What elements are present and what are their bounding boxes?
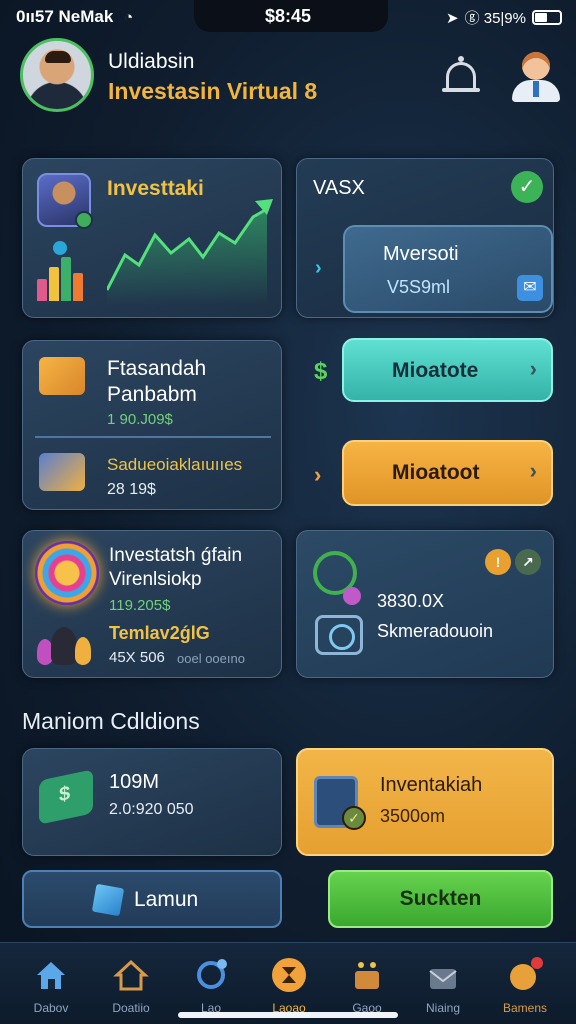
lamun-button[interactable]: Lamun (22, 870, 282, 928)
check-icon: ✓ (511, 171, 543, 203)
settings-icon (197, 959, 227, 989)
vasx-panel: VASX ✓ › Mversoti V5S9ml ✉ (296, 158, 554, 318)
battery-icon (532, 10, 562, 25)
home-icon (37, 962, 65, 989)
money-value: 2.0:920 050 (109, 801, 194, 818)
coin-badge-icon: ! (485, 549, 511, 575)
suckten-button[interactable]: Suckten (328, 870, 553, 928)
chevron-right-icon: › (314, 462, 322, 487)
camera-icon (315, 615, 363, 655)
money-card[interactable]: 109M 2.0:920 050 (22, 748, 282, 856)
investment-title-2: Virenlsiokp (109, 569, 202, 590)
money-title: 109M (109, 771, 160, 793)
tab-home[interactable]: Dabov (10, 955, 92, 1021)
inventory-card[interactable]: ✓ Inventakiah 3500om (296, 748, 554, 856)
coin-icon (53, 241, 67, 255)
investment-value: 119.205$ (109, 597, 171, 614)
section-title: Maniom Cdldions (22, 708, 200, 734)
investment-chart-card[interactable]: Investtaki (22, 158, 282, 318)
location-icon: ➤ (445, 9, 459, 27)
finance-title-1: Ftasandah (107, 357, 207, 380)
finance-value-2: 28 19$ (107, 481, 156, 498)
tab-house[interactable]: Doatiio (90, 955, 172, 1021)
mversoti-value: V5S9ml (387, 277, 451, 297)
mail-icon: ✉ (517, 275, 543, 301)
chevron-right-icon: › (529, 356, 537, 381)
shop-icon (355, 962, 379, 989)
mailbox-icon (429, 969, 457, 989)
avatar[interactable] (20, 38, 94, 112)
chevron-right-icon: › (529, 458, 537, 483)
inventory-value: 3500om (380, 806, 446, 826)
cash-box-icon (39, 453, 85, 491)
games-icon (510, 957, 543, 990)
inventory-title: Inventakiah (380, 774, 483, 796)
suckten-label: Suckten (399, 887, 482, 910)
home-indicator[interactable] (178, 1012, 398, 1018)
finance-value-1: 1 90.J09$ (107, 411, 173, 428)
tab-games[interactable]: Bamens (484, 955, 566, 1021)
dot-icon (343, 587, 361, 605)
header: Uldiabsin Investasin Virtual 8 (0, 36, 576, 116)
investment-value-3: ooel ooeıno (177, 651, 245, 666)
finance-card[interactable]: Ftasandah Panbabm 1 90.J09$ Sadueoiaklaı… (22, 340, 282, 510)
investment-title-1: Investatsh ǵfain (109, 545, 243, 566)
trend-chart-graphic (107, 199, 273, 305)
mioatote-label: Mioatote (392, 359, 479, 382)
lamun-label: Lamun (134, 888, 199, 911)
box-icon (39, 357, 85, 395)
profile-icon[interactable] (510, 48, 562, 102)
bell-icon[interactable] (440, 56, 482, 100)
divider (35, 436, 271, 438)
target-icon (35, 541, 99, 605)
mversoti-label: Mversoti (383, 243, 459, 265)
tab-label: Dabov (33, 1001, 69, 1015)
tab-label: Bamens (502, 1001, 548, 1015)
greeting-text: Uldiabsin (108, 50, 195, 73)
investment-value-2: 45X 506 (109, 649, 165, 666)
mversoti-button[interactable]: Mversoti V5S9ml ✉ (343, 225, 553, 313)
stats-card[interactable]: ! ↗ 3830.0X Skmeradouoin (296, 530, 554, 678)
thumbnail-badge-icon (75, 211, 93, 229)
app-subtitle: Investasin Virtual 8 (108, 78, 318, 104)
investment-label: Temlav2ǵlG (109, 623, 210, 643)
tag-icon: ↗ (515, 549, 541, 575)
dollar-icon: $ (314, 358, 328, 385)
hourglass-icon (272, 958, 306, 992)
finance-title-2: Panbabm (107, 383, 197, 406)
house-icon (113, 959, 149, 991)
status-right: ➤ ⓖ 35|9% (446, 7, 562, 28)
stats-value: 3830.0X (377, 591, 445, 611)
mioatoot-label: Mioatoot (392, 461, 480, 484)
chevron-right-icon: › (315, 257, 322, 279)
people-icon (37, 623, 93, 667)
finance-label-2: Sadueoiaklaıuııes (107, 455, 243, 474)
status-bar: 0ıı57 NeMak ◔ $8:45 ➤ ⓖ 35|9% (0, 0, 576, 34)
cube-icon (91, 883, 125, 917)
mioatoot-button[interactable]: Mioatoot › (342, 440, 553, 506)
money-icon (39, 769, 93, 825)
bar-chart-icon (37, 255, 91, 301)
tab-label: Niaing (425, 1001, 461, 1015)
mioatote-button[interactable]: Mioatote › (342, 338, 553, 402)
check-icon: ✓ (342, 806, 366, 830)
stats-label: Skmeradouoin (377, 621, 494, 641)
vasx-title: VASX (313, 177, 365, 199)
investment-card[interactable]: Investatsh ǵfain Virenlsiokp 119.205$ Te… (22, 530, 282, 678)
tab-mail[interactable]: Niaing (402, 955, 484, 1021)
battery-percent: ⓖ 35|9% (464, 10, 526, 27)
tab-label: Doatiio (112, 1001, 150, 1015)
